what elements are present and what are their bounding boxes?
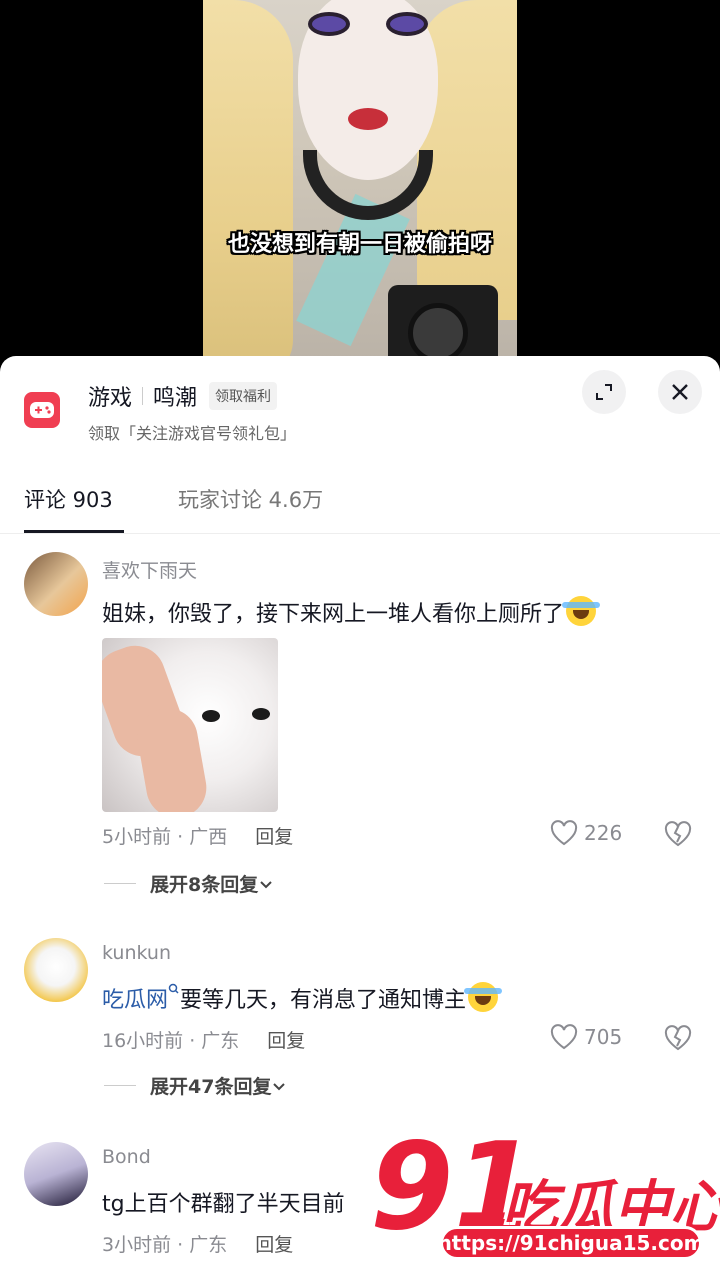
- comment-text: 姐妹，你毁了，接下来网上一堆人看你上厕所了: [102, 596, 601, 628]
- comment-text: 吃瓜网 要等几天，有消息了通知博主: [102, 982, 503, 1014]
- crying-laughing-emoji-icon: [562, 596, 601, 626]
- broken-heart-icon: [664, 821, 692, 847]
- reply-button[interactable]: 回复: [255, 1234, 293, 1256]
- video-subtitle: 也没想到有朝一日被偷拍呀: [227, 232, 492, 257]
- comment-username[interactable]: 喜欢下雨天: [102, 556, 197, 583]
- dislike-button[interactable]: [664, 1025, 692, 1055]
- benefit-tag[interactable]: 领取福利: [209, 382, 278, 410]
- video-player[interactable]: 也没想到有朝一日被偷拍呀: [0, 0, 720, 380]
- header-subtitle[interactable]: 领取「关注游戏官号领礼包」: [88, 420, 296, 444]
- comment-meta: 5小时前 · 广西 回复: [102, 826, 294, 848]
- comment-username[interactable]: Bond: [102, 1146, 151, 1168]
- like-count: 705: [584, 1025, 623, 1049]
- game-name: 鸣潮: [153, 386, 198, 411]
- search-icon: [168, 983, 179, 994]
- comment-tabs: 评论 903 玩家讨论 4.6万: [0, 478, 720, 534]
- watermark-url: https://91chigua15.com: [438, 1226, 704, 1260]
- close-button[interactable]: [658, 370, 702, 414]
- headphones: [303, 150, 433, 220]
- tab-player-discussion[interactable]: 玩家讨论 4.6万: [178, 484, 323, 514]
- watermark-logo: 91 吃瓜中心 https://91chigua15.com: [370, 1128, 720, 1280]
- close-icon: [672, 384, 688, 400]
- tab-comments[interactable]: 评论 903: [24, 484, 113, 514]
- like-count: 226: [584, 821, 623, 845]
- game-controller-icon[interactable]: [24, 392, 60, 428]
- heart-icon: [550, 820, 578, 846]
- divider: [104, 1085, 136, 1086]
- app-name: 游戏: [88, 386, 133, 411]
- expand-replies-button[interactable]: 展开47条回复: [104, 1072, 287, 1099]
- crying-laughing-emoji-icon: [464, 982, 503, 1012]
- like-button[interactable]: 226: [550, 820, 622, 846]
- comment-meta: 16小时前 · 广东 回复: [102, 1030, 306, 1052]
- chevron-down-icon: [273, 1082, 286, 1090]
- comment-username[interactable]: kunkun: [102, 942, 171, 964]
- divider: [142, 387, 144, 405]
- comment-image-cat[interactable]: [102, 638, 278, 812]
- active-tab-indicator: [24, 530, 124, 533]
- link-text[interactable]: 吃瓜网: [102, 988, 168, 1013]
- expand-icon: [596, 384, 612, 400]
- expand-button[interactable]: [582, 370, 626, 414]
- chevron-down-icon: [260, 880, 272, 888]
- video-frame: 也没想到有朝一日被偷拍呀: [203, 0, 517, 380]
- comment-meta: 3小时前 · 广东 回复: [102, 1234, 294, 1256]
- game-header[interactable]: 游戏 鸣潮 领取福利: [88, 380, 278, 412]
- avatar[interactable]: [24, 552, 88, 616]
- reply-button[interactable]: 回复: [267, 1030, 305, 1052]
- avatar[interactable]: [24, 938, 88, 1002]
- comment-text: tg上百个群翻了半天目前: [102, 1192, 345, 1217]
- avatar[interactable]: [24, 1142, 88, 1206]
- heart-icon: [550, 1024, 578, 1050]
- broken-heart-icon: [664, 1025, 692, 1051]
- like-button[interactable]: 705: [550, 1024, 622, 1050]
- expand-replies-button[interactable]: 展开8条回复: [104, 870, 274, 897]
- dislike-button[interactable]: [664, 821, 692, 851]
- divider: [104, 883, 136, 884]
- reply-button[interactable]: 回复: [255, 826, 293, 848]
